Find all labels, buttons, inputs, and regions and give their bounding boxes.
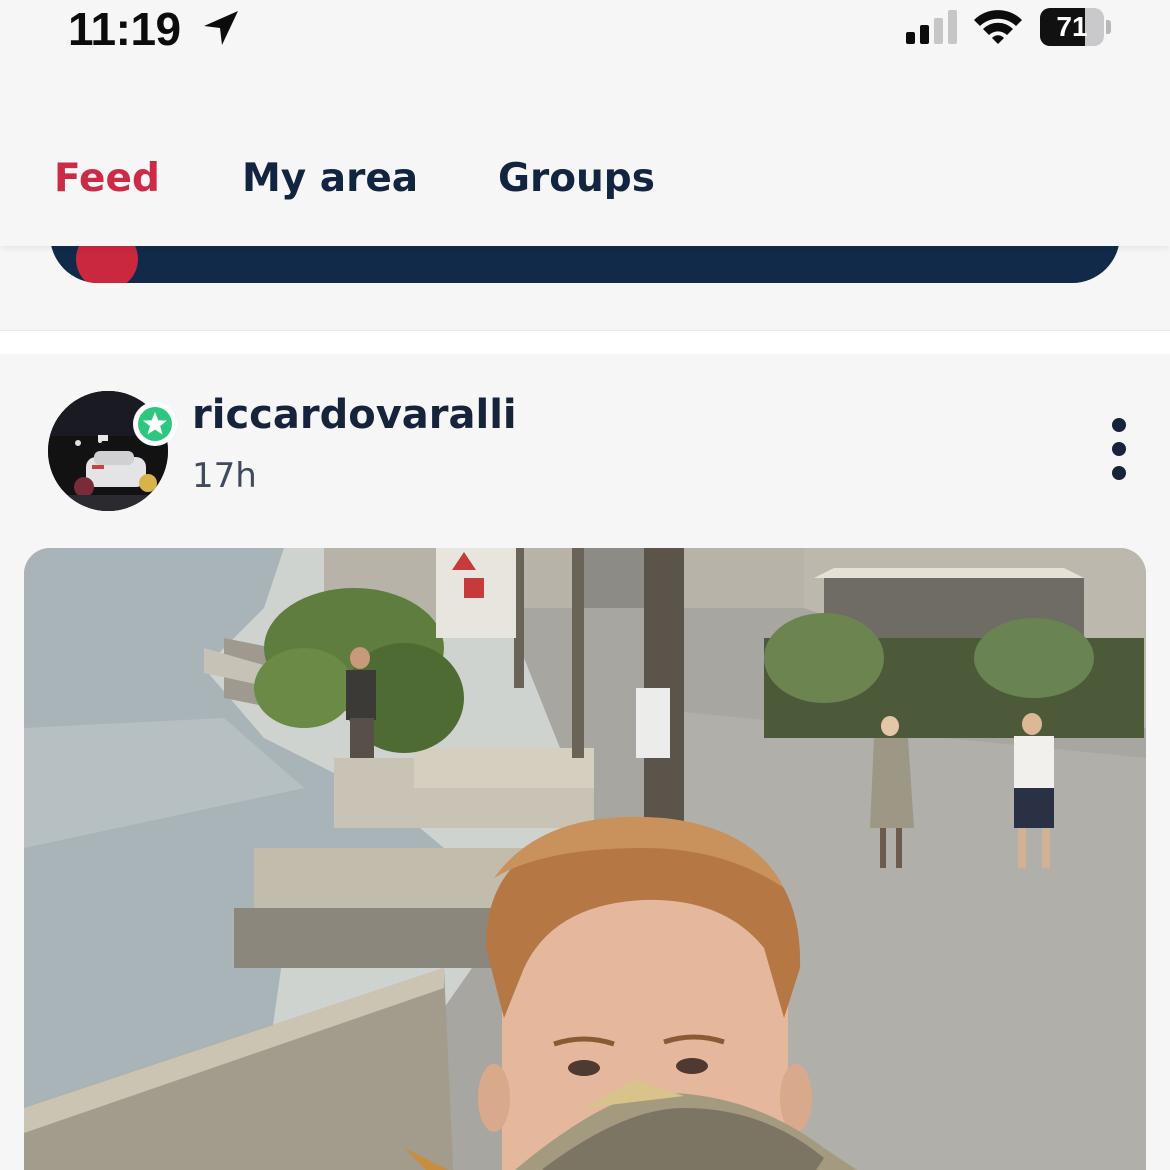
- battery-cap: [1106, 20, 1111, 34]
- cellular-signal-icon: [906, 10, 957, 44]
- location-arrow-icon: [204, 11, 238, 45]
- post-username[interactable]: riccardovaralli: [192, 392, 517, 438]
- more-vertical-icon[interactable]: [1098, 414, 1140, 484]
- feed-post: riccardovaralli 17h: [0, 354, 1170, 1170]
- tab-feed[interactable]: Feed: [54, 156, 160, 201]
- section-divider: [0, 330, 1170, 354]
- tabs-header: Feed My area Groups: [0, 60, 1170, 246]
- tab-groups[interactable]: Groups: [498, 156, 655, 201]
- more-dot: [1112, 442, 1126, 456]
- wifi-icon: [974, 10, 1022, 44]
- post-photo-image: [24, 548, 1146, 1170]
- tab-my-area[interactable]: My area: [242, 156, 418, 201]
- post-time: 17h: [192, 456, 257, 496]
- battery-percent: 71: [1056, 11, 1088, 42]
- more-dot: [1112, 466, 1126, 480]
- more-dot: [1112, 418, 1126, 432]
- status-bar: 11:19 71: [0, 0, 1170, 60]
- status-time: 11:19: [68, 3, 181, 55]
- battery-icon: 71: [1040, 8, 1111, 46]
- post-photo[interactable]: [24, 548, 1146, 1170]
- verified-star-icon: [133, 402, 177, 446]
- battery-body: 71: [1040, 8, 1104, 46]
